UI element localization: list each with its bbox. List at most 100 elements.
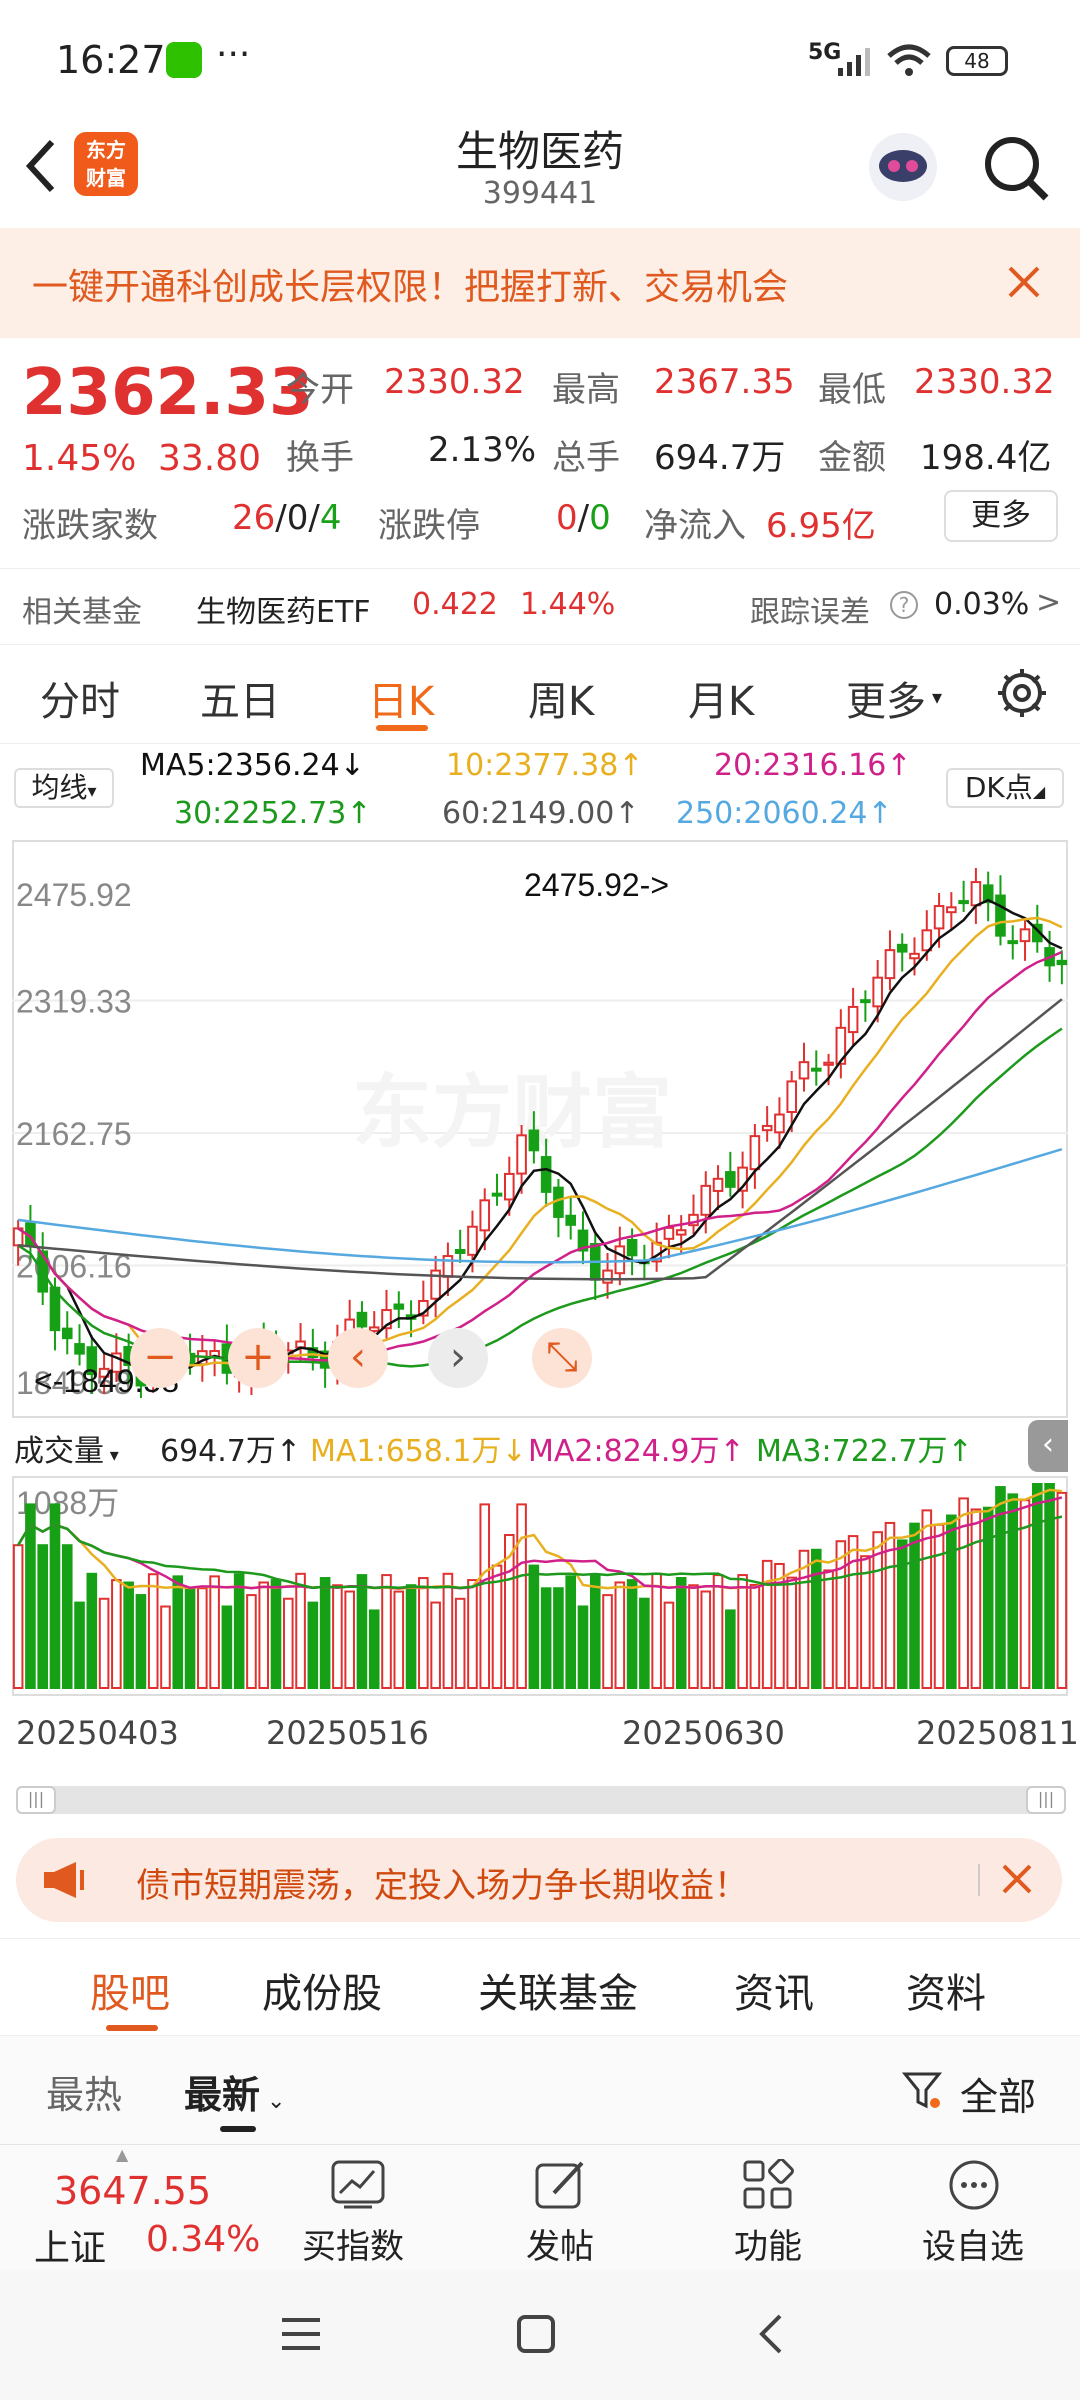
search-icon[interactable]	[982, 134, 1052, 208]
robot-avatar-icon[interactable]	[866, 130, 940, 208]
candle	[540, 1156, 552, 1193]
tab-more[interactable]: 更多	[846, 669, 926, 727]
fullscreen-button[interactable]: ⤡	[532, 1328, 592, 1388]
scroll-handle-right[interactable]: |||	[1026, 1786, 1066, 1814]
change-percent: 1.45%	[22, 438, 137, 479]
volume-bar	[430, 1601, 441, 1689]
sort-hot[interactable]: 最热	[46, 2064, 122, 2119]
back-nav-icon[interactable]	[756, 2312, 786, 2360]
volume-bar	[712, 1574, 724, 1689]
advance-label: 涨跌家数	[22, 506, 158, 546]
volume-bar	[1044, 1483, 1055, 1689]
volume-selector[interactable]: 成交量 ▾	[14, 1426, 119, 1470]
ma-selector-label: 均线	[31, 771, 88, 804]
volume-bar	[896, 1539, 908, 1690]
tab-info[interactable]: 资料	[906, 1961, 986, 2019]
tab-forum[interactable]: 股吧	[90, 1961, 170, 2019]
volume-bar	[663, 1601, 675, 1689]
zoom-out-button[interactable]: −	[130, 1328, 190, 1388]
turnover-value: 2.13%	[428, 430, 537, 470]
candle	[970, 881, 982, 907]
banner-text[interactable]: 一键开通科创成长层权限！把握打新、交易机会	[32, 258, 788, 310]
pan-left-button[interactable]: ‹	[328, 1328, 388, 1388]
notice-banner[interactable]: 一键开通科创成长层权限！把握打新、交易机会	[0, 228, 1080, 338]
limit-down: 0	[589, 498, 611, 538]
chart-scrollbar[interactable]: ||| |||	[16, 1786, 1066, 1814]
volume-bar	[86, 1572, 98, 1689]
collapse-icon[interactable]: ‹	[1028, 1420, 1068, 1472]
buy-index-button[interactable]: 买指数	[302, 2219, 404, 2268]
more-button[interactable]: 更多	[944, 490, 1058, 542]
menu-icon[interactable]	[280, 2314, 322, 2358]
index-name[interactable]: 上证	[34, 2219, 106, 2271]
volume-bar	[995, 1486, 1006, 1690]
dk-point-button[interactable]: DK点◢	[946, 768, 1064, 808]
quote-panel: 2362.33 1.45% 33.80 今开 2330.32 最高 2367.3…	[0, 338, 1080, 568]
volume-bar	[737, 1574, 748, 1689]
tab-constituents[interactable]: 成份股	[262, 1961, 382, 2019]
volume-bar	[798, 1549, 810, 1690]
kline-svg[interactable]: 2475.922319.332162.752006.161849.58东方财富2…	[12, 840, 1068, 1418]
volume-bar	[74, 1601, 85, 1689]
grid-icon[interactable]	[742, 2158, 794, 2215]
close-icon[interactable]	[1006, 264, 1042, 304]
y-tick-label: 2475.92	[16, 877, 132, 913]
ma10-value: 10:2377.38↑	[446, 748, 644, 783]
candle	[528, 1129, 540, 1152]
promo-banner[interactable]: 债市短期震荡，定投入场力争长期收益！	[16, 1838, 1062, 1922]
tab-intraday[interactable]: 分时	[40, 669, 120, 727]
post-button[interactable]: 发帖	[526, 2219, 594, 2268]
tab-monthly-k[interactable]: 月K	[688, 669, 754, 727]
date-tick: 20250811	[916, 1714, 1079, 1752]
volume-bar	[810, 1548, 822, 1690]
wechat-icon	[166, 42, 202, 78]
add-favorite-button[interactable]: 设自选	[922, 2219, 1024, 2268]
index-pct[interactable]: 0.34%	[146, 2219, 260, 2260]
gear-icon[interactable]	[996, 667, 1048, 723]
volume-chart[interactable]: 1088万	[12, 1476, 1068, 1696]
chevron-right-icon[interactable]: >	[1036, 585, 1061, 620]
sort-latest[interactable]: 最新 ⌄	[184, 2064, 285, 2119]
edit-icon[interactable]	[534, 2159, 590, 2215]
ma30-value: 30:2252.73↑	[174, 796, 372, 831]
filter-label[interactable]: 全部	[960, 2066, 1036, 2121]
related-fund-row[interactable]: 相关基金 生物医药ETF 0.422 1.44% 跟踪误差 ? 0.03% >	[0, 568, 1080, 644]
tab-news[interactable]: 资讯	[734, 1961, 814, 2019]
amount-value: 198.4亿	[920, 438, 1052, 478]
tab-daily-k[interactable]: 日K	[368, 669, 434, 727]
volume-bar	[491, 1564, 503, 1689]
scroll-handle-left[interactable]: |||	[16, 1786, 56, 1814]
volume-bar	[1007, 1493, 1019, 1689]
promo-text[interactable]: 债市短期震荡，定投入场力争长期收益！	[136, 1858, 748, 1907]
kline-chart[interactable]: 2475.92 2319.33 2162.75 2006.16 1849.58 东方财富 2…	[12, 840, 1068, 1418]
function-button[interactable]: 功能	[734, 2219, 802, 2268]
tab-related-funds[interactable]: 关联基金	[478, 1961, 638, 2019]
volume-svg[interactable]: 1088万	[12, 1476, 1068, 1696]
candle	[565, 1214, 576, 1226]
home-icon[interactable]	[516, 2314, 556, 2358]
volume-bar	[37, 1544, 48, 1689]
up-caret-icon: ▲	[116, 2145, 129, 2164]
date-axis: 20250403 20250516 20250630 20250811	[0, 1710, 1080, 1764]
volume-bar	[319, 1577, 331, 1689]
help-icon[interactable]: ?	[890, 591, 918, 619]
zoom-in-button[interactable]: +	[228, 1328, 288, 1388]
period-tabs: 分时 五日 日K 周K 月K 更多 ▾	[0, 644, 1080, 744]
close-icon[interactable]	[1000, 1862, 1034, 1900]
tab-weekly-k[interactable]: 周K	[528, 669, 594, 727]
volume-bar	[246, 1594, 257, 1689]
pan-right-button[interactable]: ›	[428, 1328, 488, 1388]
volume-bar	[982, 1506, 994, 1690]
ma-selector[interactable]: 均线▾	[14, 768, 114, 808]
volume-selector-label: 成交量	[14, 1434, 104, 1469]
index-value[interactable]: 3647.55	[54, 2169, 211, 2213]
volume-bar	[61, 1544, 73, 1689]
fund-name[interactable]: 生物医药ETF	[196, 587, 371, 631]
volume-bar	[909, 1522, 920, 1690]
filter-icon[interactable]	[901, 2070, 943, 2114]
chart-icon[interactable]	[330, 2159, 386, 2215]
content-tabs: 股吧 成份股 关联基金 资讯 资料	[0, 1938, 1080, 2036]
limit-values: 0/0	[556, 498, 611, 538]
tab-five-day[interactable]: 五日	[200, 669, 280, 727]
more-dots-icon[interactable]	[948, 2159, 1000, 2215]
